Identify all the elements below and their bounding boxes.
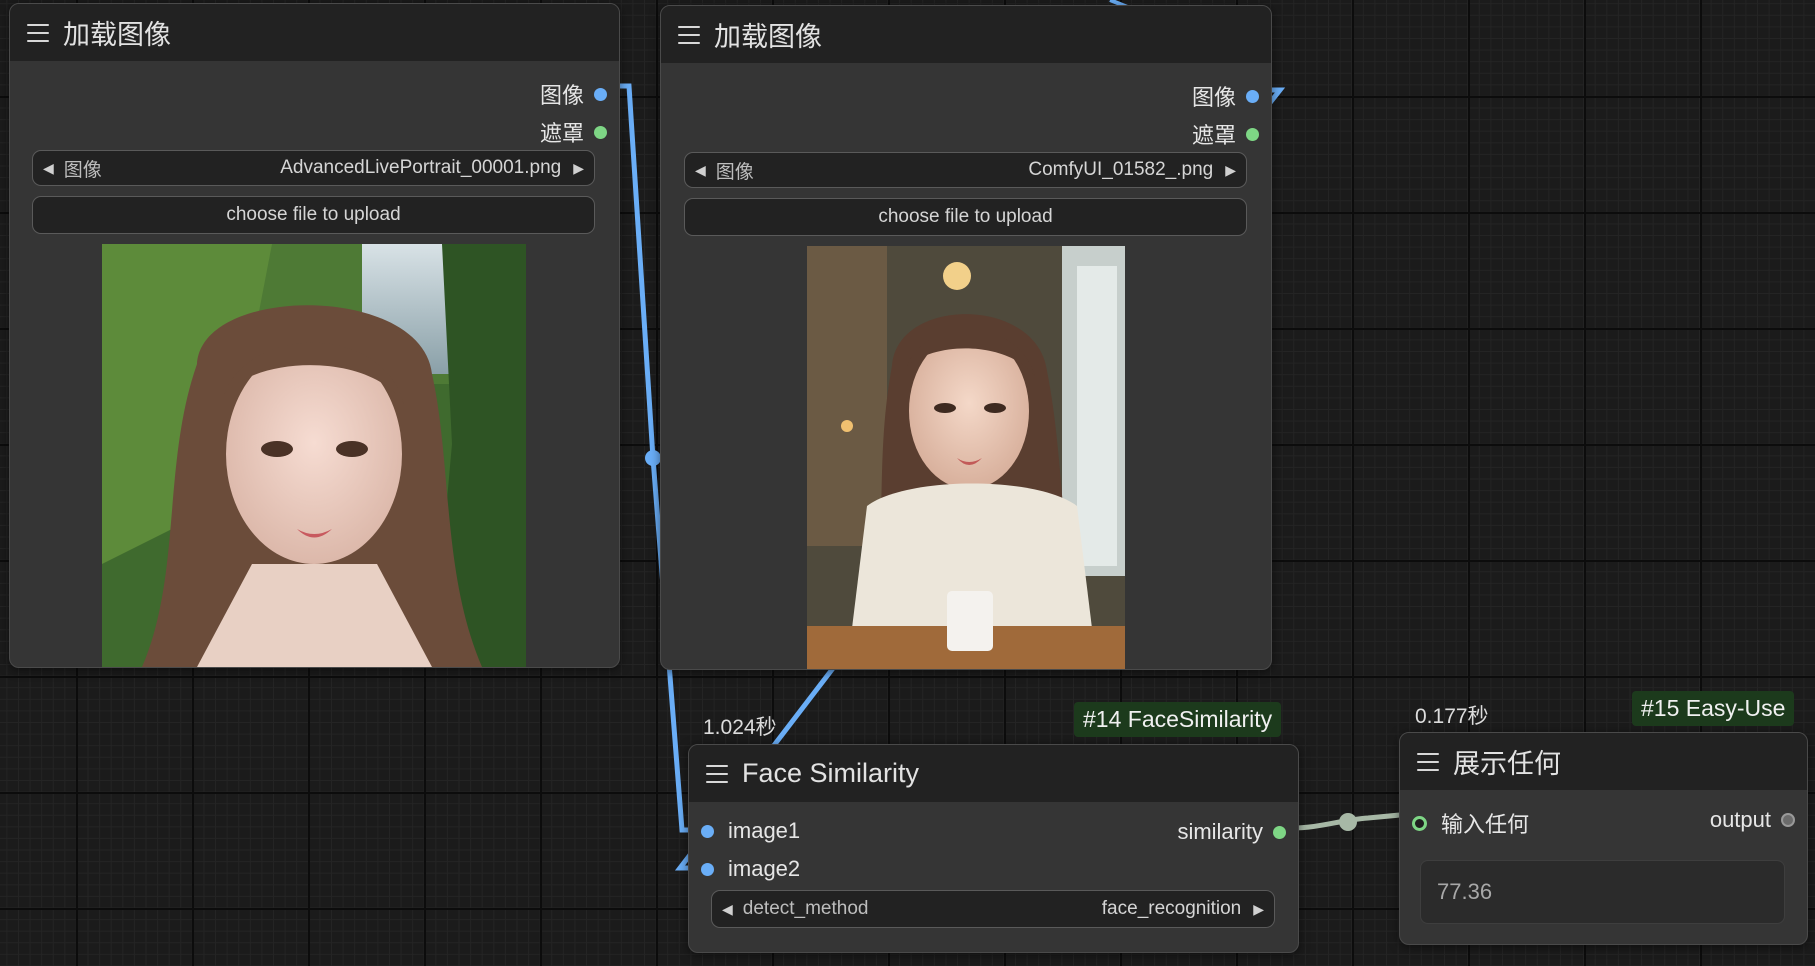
load-image-node-1[interactable]: 加载图像 图像 遮罩 ◀ 图像 AdvancedLivePortrait_000… (9, 3, 620, 668)
node-id-badge: #14 FaceSimilarity (1074, 702, 1282, 737)
input-label: image1 (728, 818, 801, 843)
display-value-textbox[interactable]: 77.36 (1420, 860, 1785, 924)
node-title: 加载图像 (63, 20, 171, 50)
hamburger-menu-icon[interactable] (706, 764, 728, 783)
input-label: 输入任何 (1441, 812, 1530, 837)
arrow-right-icon[interactable]: ▶ (573, 160, 584, 177)
face-similarity-node[interactable]: Face Similarity image1 image2 similarity… (688, 744, 1299, 953)
node-title: 加载图像 (714, 22, 822, 52)
node-header[interactable]: 加载图像 (10, 4, 619, 61)
arrow-left-icon[interactable]: ◀ (695, 162, 706, 179)
output-dot[interactable] (1246, 127, 1259, 141)
output-slot-similarity[interactable]: similarity (1177, 819, 1286, 845)
hamburger-menu-icon[interactable] (1417, 752, 1439, 771)
arrow-right-icon[interactable]: ▶ (1225, 162, 1236, 179)
input-dot[interactable] (701, 824, 714, 838)
hamburger-menu-icon[interactable] (678, 25, 700, 44)
image-preview (102, 244, 526, 667)
input-label: image2 (728, 856, 801, 881)
execution-time: 0.177秒 (1415, 705, 1489, 728)
output-label: similarity (1177, 819, 1263, 844)
output-slot-mask[interactable]: 遮罩 (540, 116, 607, 148)
output-label: 遮罩 (539, 121, 584, 146)
node-header[interactable]: 展示任何 (1400, 733, 1807, 790)
image-preview (807, 246, 1125, 669)
load-image-node-2[interactable]: 加载图像 图像 遮罩 ◀ 图像 ComfyUI_01582_.png ▶ cho… (660, 5, 1272, 670)
combo-label: detect_method (742, 898, 869, 919)
output-label: 遮罩 (1191, 123, 1236, 148)
output-dot[interactable] (1273, 825, 1286, 839)
node-title: 展示任何 (1453, 749, 1561, 779)
output-label: 图像 (539, 83, 584, 108)
upload-button[interactable]: choose file to upload (32, 196, 595, 234)
combo-value: AdvancedLivePortrait_00001.png (280, 157, 562, 178)
arrow-right-icon[interactable]: ▶ (1253, 901, 1264, 918)
detect-method-combo[interactable]: ◀ detect_method face_recognition ▶ (711, 890, 1275, 928)
output-slot-image[interactable]: 图像 (1192, 80, 1259, 112)
arrow-left-icon[interactable]: ◀ (43, 160, 54, 177)
combo-value: ComfyUI_01582_.png (1028, 159, 1214, 180)
link-similarity-to-input[interactable] (1291, 812, 1401, 831)
output-slot-mask[interactable]: 遮罩 (1192, 118, 1259, 150)
output-label: output (1709, 807, 1771, 832)
output-dot[interactable] (1246, 89, 1259, 103)
upload-button[interactable]: choose file to upload (684, 198, 1247, 236)
node-header[interactable]: Face Similarity (689, 745, 1298, 802)
combo-label: 图像 (63, 159, 102, 181)
output-dot[interactable] (594, 125, 607, 139)
node-title: Face Similarity (742, 758, 920, 788)
hamburger-menu-icon[interactable] (27, 23, 49, 42)
show-any-node[interactable]: 展示任何 输入任何 output 77.36 (1399, 732, 1808, 945)
output-dot[interactable] (1781, 813, 1795, 827)
image-select-combo[interactable]: ◀ 图像 AdvancedLivePortrait_00001.png ▶ (32, 150, 595, 186)
input-slot-image2[interactable]: image2 (701, 856, 800, 882)
node-header[interactable]: 加载图像 (661, 6, 1271, 63)
input-slot-image1[interactable]: image1 (701, 818, 800, 844)
combo-label: 图像 (715, 161, 754, 183)
input-dot[interactable] (701, 862, 714, 876)
output-slot-output[interactable]: output (1710, 807, 1795, 833)
output-label: 图像 (1191, 85, 1236, 110)
output-slot-image[interactable]: 图像 (540, 78, 607, 110)
input-slot-any[interactable]: 输入任何 (1412, 807, 1529, 839)
link-midpoint[interactable] (1339, 813, 1357, 831)
arrow-left-icon[interactable]: ◀ (722, 901, 733, 918)
input-dot[interactable] (1412, 815, 1427, 831)
image-select-combo[interactable]: ◀ 图像 ComfyUI_01582_.png ▶ (684, 152, 1247, 188)
combo-value: face_recognition (1101, 898, 1242, 919)
output-dot[interactable] (594, 87, 607, 101)
link-reroute-point[interactable] (645, 450, 661, 466)
execution-time: 1.024秒 (703, 716, 777, 739)
node-id-badge: #15 Easy-Use (1632, 691, 1795, 726)
